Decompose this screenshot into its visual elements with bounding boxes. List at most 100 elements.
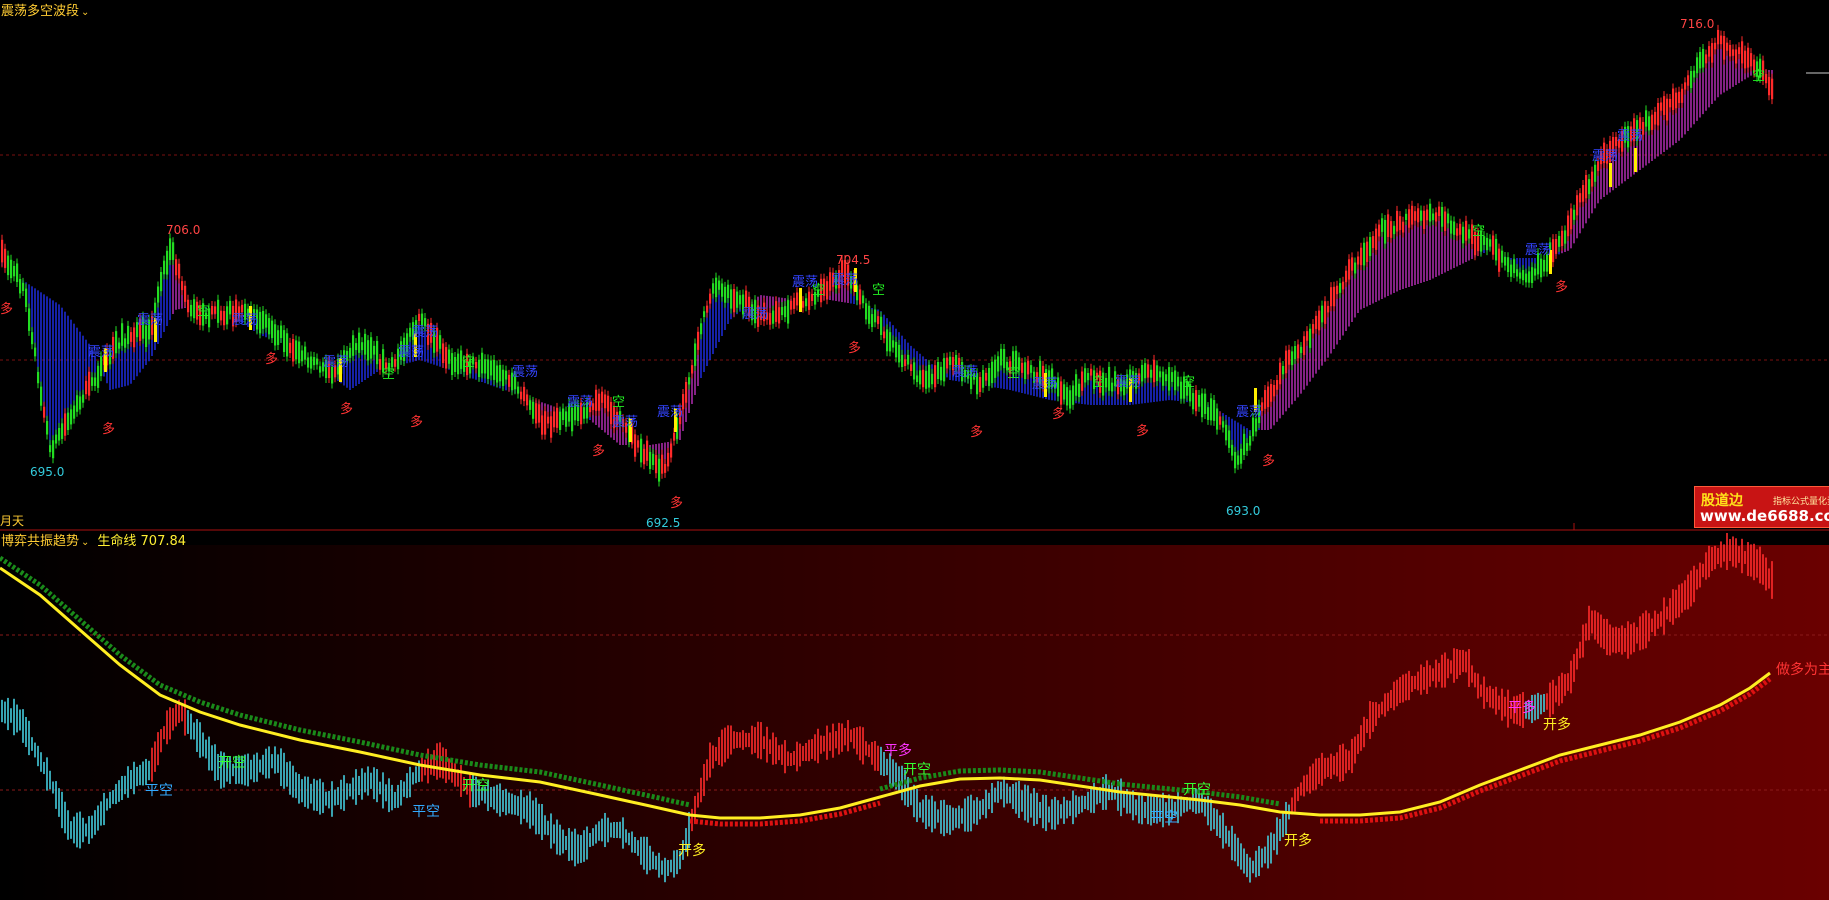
candle-body — [826, 281, 829, 300]
candle-body — [1501, 250, 1504, 263]
signal-duo: 多 — [410, 414, 423, 430]
candle-body — [40, 386, 43, 406]
chart-canvas[interactable]: 706.0704.5716.0695.0692.5693.0多多多多多多多多多多… — [0, 0, 1829, 900]
candle-body — [358, 332, 361, 353]
candle-body — [1345, 270, 1348, 283]
candle-body — [988, 367, 991, 386]
candle-body — [1159, 371, 1162, 378]
candle-body — [1333, 286, 1336, 307]
candle-body — [241, 304, 244, 313]
candle-body — [532, 401, 535, 419]
candle-body — [1519, 272, 1522, 279]
candle-body — [1108, 366, 1111, 391]
candle-body — [217, 299, 220, 323]
candle-body — [1162, 371, 1165, 386]
candle-body — [508, 374, 511, 387]
signal-kong: 空 — [612, 395, 625, 410]
candle-body — [1684, 82, 1687, 90]
signal-zhendang: 震荡 — [832, 273, 858, 288]
candle-body — [214, 306, 217, 314]
candle-body — [1708, 46, 1711, 57]
candle-body — [1738, 47, 1741, 55]
candle-body — [1213, 400, 1216, 421]
candle-body — [1444, 211, 1447, 231]
candle-body — [175, 259, 178, 276]
candle-body — [1294, 346, 1297, 360]
candle-body — [1450, 220, 1453, 234]
candle-body — [10, 259, 13, 279]
signal-kong: 空 — [197, 304, 210, 319]
signal-kai-kong: 开空 — [1183, 782, 1211, 798]
bottom-panel-title[interactable]: 博弈共振趋势 ⌄ 生命线 707.84 — [1, 530, 186, 549]
signal-kai-kong: 开空 — [903, 762, 931, 778]
candle-body — [79, 396, 82, 410]
candle-body — [640, 438, 643, 463]
candle-body — [946, 357, 949, 369]
candle-body — [1321, 305, 1324, 323]
candle-body — [310, 356, 313, 369]
candle-body — [1060, 381, 1063, 405]
candle-body — [73, 405, 76, 419]
candle-body — [1300, 346, 1303, 354]
candle-body — [901, 354, 904, 368]
candle-body — [496, 365, 499, 383]
candle-body — [259, 311, 262, 334]
candle-body — [1666, 98, 1669, 121]
signal-ping-kong: 平空 — [412, 804, 440, 820]
candle-body — [1579, 193, 1582, 203]
candle-body — [376, 340, 379, 365]
candle-body — [1525, 273, 1528, 283]
candle-body — [940, 366, 943, 381]
candle-body — [229, 300, 232, 315]
price-label-high: 716.0 — [1680, 17, 1714, 31]
signal-zhendang: 震荡 — [412, 325, 438, 340]
candle-body — [1027, 360, 1030, 375]
candle-body — [1426, 209, 1429, 221]
candle-body — [994, 359, 997, 378]
top-panel-title[interactable]: 震荡多空波段 ⌄ — [1, 0, 89, 19]
candle-body — [313, 357, 316, 366]
candle-body — [667, 452, 670, 467]
candle-body — [607, 395, 610, 412]
top-panel-title-text: 震荡多空波段 — [1, 4, 80, 19]
signal-duo: 多 — [265, 351, 278, 367]
candle-body — [730, 289, 733, 309]
signal-duo: 多 — [848, 340, 861, 356]
candle-body — [664, 464, 667, 473]
signal-duo: 多 — [1262, 453, 1275, 469]
candle-body — [1711, 43, 1714, 63]
candle-body — [1072, 385, 1075, 405]
candle-body — [1441, 207, 1444, 227]
candle-body — [1219, 416, 1222, 425]
candle-body — [1144, 363, 1147, 379]
candle-body — [541, 415, 544, 435]
candle-body — [1381, 218, 1384, 232]
candle-body — [1411, 205, 1414, 225]
candle-body — [1699, 51, 1702, 69]
candle-body — [721, 283, 724, 297]
candle-body — [1705, 54, 1708, 64]
candle-body — [1585, 175, 1588, 199]
candle-body — [499, 365, 502, 382]
candle-body — [991, 361, 994, 384]
candle-body — [1717, 29, 1720, 45]
signal-zhendang: 震荡 — [1617, 129, 1643, 144]
candle-body — [784, 306, 787, 318]
candle-body — [181, 281, 184, 291]
candle-body — [1582, 185, 1585, 202]
candle-body — [739, 295, 742, 305]
candle-body — [1645, 110, 1648, 127]
candle-body — [1315, 315, 1318, 329]
candle-body — [193, 299, 196, 319]
candle-body — [1231, 444, 1234, 456]
candle-body — [1498, 248, 1501, 272]
candle-body — [1210, 398, 1213, 421]
candle-body — [169, 238, 172, 261]
candle-body — [1177, 376, 1180, 387]
candle-body — [1306, 331, 1309, 341]
candle-body — [1552, 239, 1555, 263]
candle-body — [409, 327, 412, 337]
candle-body — [706, 305, 709, 313]
signal-ping-kong: 平空 — [145, 783, 173, 799]
candle-body — [367, 340, 370, 361]
